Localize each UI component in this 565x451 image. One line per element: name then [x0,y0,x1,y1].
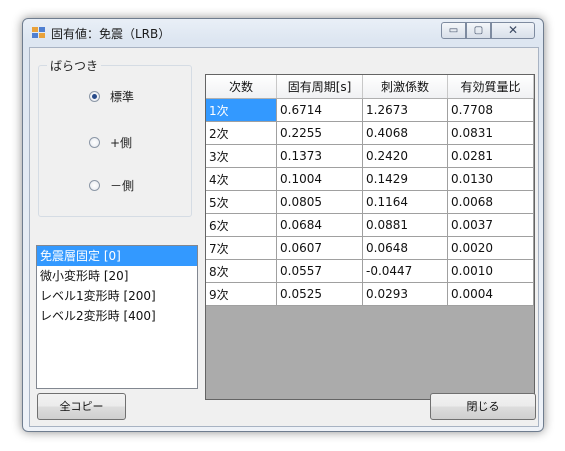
dialog-window: 固有値：免震（LRB） ▭ ▢ ✕ ばらつき 標準 +側 －側 免震層固定 [0… [22,18,544,432]
table-cell[interactable]: 0.0805 [276,190,363,214]
table-cell[interactable]: 0.1164 [362,190,448,214]
eigenvalue-grid[interactable]: 次数 固有周期[s] 刺激係数 有効質量比 1次 0.6714 1.2673 0… [205,74,535,400]
table-cell[interactable]: 6次 [206,213,277,237]
table-row[interactable]: 8次 0.0557 -0.0447 0.0010 [206,259,534,283]
table-cell[interactable]: 2次 [206,121,277,145]
radio-checked-icon[interactable] [89,91,100,102]
table-row[interactable]: 6次 0.0684 0.0881 0.0037 [206,213,534,237]
table-row[interactable]: 5次 0.0805 0.1164 0.0068 [206,190,534,214]
list-item[interactable]: 微小変形時 [20] [37,266,197,286]
table-row[interactable]: 9次 0.0525 0.0293 0.0004 [206,282,534,306]
table-cell[interactable]: 0.0293 [362,282,448,306]
window-title: 固有値：免震（LRB） [51,27,171,41]
table-cell[interactable]: 0.0281 [447,144,534,168]
table-cell[interactable]: 0.0881 [362,213,448,237]
list-item[interactable]: レベル2変形時 [400] [37,306,197,326]
table-row[interactable]: 3次 0.1373 0.2420 0.0281 [206,144,534,168]
table-cell[interactable]: 0.0037 [447,213,534,237]
table-cell[interactable]: 0.2255 [276,121,363,145]
variation-groupbox: ばらつき 標準 +側 －側 [38,57,192,217]
column-header-mass-ratio[interactable]: 有効質量比 [447,75,534,99]
table-row[interactable]: 4次 0.1004 0.1429 0.0130 [206,167,534,191]
table-cell[interactable]: -0.0447 [362,259,448,283]
eigenvalue-table: 次数 固有周期[s] 刺激係数 有効質量比 1次 0.6714 1.2673 0… [206,75,534,306]
list-item[interactable]: レベル1変形時 [200] [37,286,197,306]
copy-all-button[interactable]: 全コピー [37,393,126,420]
column-header-participation[interactable]: 刺激係数 [362,75,448,99]
app-icon [32,27,45,39]
close-button[interactable]: 閉じる [430,393,536,420]
client-area: ばらつき 標準 +側 －側 免震層固定 [0] 微小変形時 [20] レベル1変… [29,47,539,427]
table-cell[interactable]: 0.1429 [362,167,448,191]
table-row[interactable]: 7次 0.0607 0.0648 0.0020 [206,236,534,260]
radio-unchecked-icon[interactable] [89,137,100,148]
table-cell[interactable]: 0.0004 [447,282,534,306]
title-bar[interactable]: 固有値：免震（LRB） ▭ ▢ ✕ [23,19,543,47]
header-row: 次数 固有周期[s] 刺激係数 有効質量比 [206,75,534,99]
state-listbox[interactable]: 免震層固定 [0] 微小変形時 [20] レベル1変形時 [200] レベル2変… [36,245,198,389]
column-header-order[interactable]: 次数 [206,75,277,99]
table-cell[interactable]: 4次 [206,167,277,191]
table-cell[interactable]: 0.7708 [447,98,534,122]
table-cell[interactable]: 0.1373 [276,144,363,168]
radio-minus-side-label[interactable]: －側 [110,177,134,194]
table-cell[interactable]: 0.2420 [362,144,448,168]
table-cell[interactable]: 0.4068 [362,121,448,145]
radio-plus-side[interactable]: +側 [89,134,132,151]
table-row[interactable]: 2次 0.2255 0.4068 0.0831 [206,121,534,145]
table-cell[interactable]: 0.1004 [276,167,363,191]
table-cell[interactable]: 8次 [206,259,277,283]
table-cell[interactable]: 0.0130 [447,167,534,191]
table-cell[interactable]: 7次 [206,236,277,260]
close-window-button[interactable]: ✕ [491,22,535,39]
list-item[interactable]: 免震層固定 [0] [37,246,197,266]
minimize-button[interactable]: ▭ [441,22,466,39]
table-row[interactable]: 1次 0.6714 1.2673 0.7708 [206,98,534,122]
radio-minus-side[interactable]: －側 [89,177,134,194]
radio-plus-side-label[interactable]: +側 [110,134,132,151]
variation-group-label: ばらつき [47,57,102,74]
table-cell[interactable]: 0.0557 [276,259,363,283]
table-cell[interactable]: 0.0525 [276,282,363,306]
table-cell[interactable]: 1次 [206,98,277,122]
table-cell[interactable]: 9次 [206,282,277,306]
table-cell[interactable]: 1.2673 [362,98,448,122]
radio-standard-label[interactable]: 標準 [110,88,134,105]
table-cell[interactable]: 5次 [206,190,277,214]
table-cell[interactable]: 3次 [206,144,277,168]
radio-unchecked-icon[interactable] [89,180,100,191]
table-cell[interactable]: 0.0020 [447,236,534,260]
table-cell[interactable]: 0.0684 [276,213,363,237]
table-cell[interactable]: 0.0010 [447,259,534,283]
radio-standard[interactable]: 標準 [89,88,134,105]
maximize-button[interactable]: ▢ [466,22,491,39]
table-cell[interactable]: 0.0648 [362,236,448,260]
table-cell[interactable]: 0.0607 [276,236,363,260]
table-cell[interactable]: 0.0831 [447,121,534,145]
column-header-period[interactable]: 固有周期[s] [276,75,363,99]
table-cell[interactable]: 0.0068 [447,190,534,214]
table-cell[interactable]: 0.6714 [276,98,363,122]
